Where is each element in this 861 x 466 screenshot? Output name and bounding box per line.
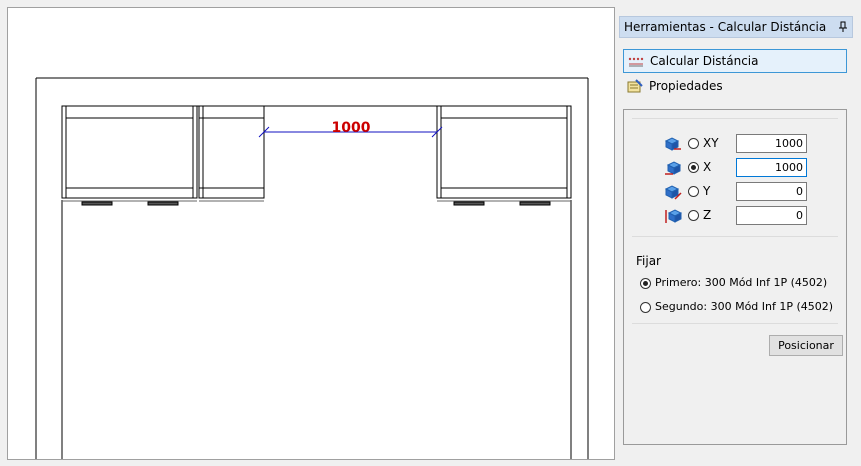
radio-fix-first[interactable]	[640, 278, 651, 289]
dimension-label: 1000	[332, 120, 371, 136]
axis-label-x: X	[703, 160, 712, 174]
cabinet-right	[436, 105, 572, 206]
z-distance-input[interactable]	[736, 206, 807, 225]
tab-label: Propiedades	[649, 79, 723, 93]
x-axis-icon	[664, 160, 682, 176]
measure-distance-icon	[628, 54, 644, 68]
z-axis-icon	[664, 208, 683, 224]
xy-distance-input[interactable]	[736, 134, 807, 153]
axis-label-z: Z	[703, 208, 712, 222]
axis-row-z: Z	[624, 206, 848, 226]
pin-icon[interactable]	[838, 21, 848, 33]
axis-label-y: Y	[703, 184, 711, 198]
tab-propiedades[interactable]: Propiedades	[623, 74, 847, 98]
cad-drawing: 1000	[35, 77, 589, 459]
position-button[interactable]: Posicionar	[769, 335, 843, 356]
radio-y[interactable]	[688, 186, 699, 197]
panel-titlebar: Herramientas - Calcular Distáncia	[619, 16, 853, 38]
panel-title: Herramientas - Calcular Distáncia	[624, 20, 827, 34]
y-distance-input[interactable]	[736, 182, 807, 201]
axis-row-xy: XY	[624, 134, 848, 154]
axis-row-x: X	[624, 158, 848, 178]
distance-form: XY X	[623, 109, 847, 445]
cabinet-left	[61, 105, 198, 206]
x-distance-input[interactable]	[736, 158, 807, 177]
axis-row-y: Y	[624, 182, 848, 202]
properties-icon	[627, 79, 643, 93]
drawing-canvas[interactable]: 1000	[7, 7, 615, 460]
tab-label: Calcular Distáncia	[650, 54, 759, 68]
xy-axis-icon	[664, 136, 682, 152]
cabinet-middle	[198, 105, 265, 202]
fijar-label: Fijar	[636, 254, 661, 268]
tools-panel: Herramientas - Calcular Distáncia Calcul…	[619, 16, 853, 462]
radio-z[interactable]	[688, 210, 699, 221]
fix-second-label: Segundo: 300 Mód Inf 1P (4502)	[655, 300, 834, 313]
radio-fix-second[interactable]	[640, 302, 651, 313]
radio-xy[interactable]	[688, 138, 699, 149]
tab-calcular-distancia[interactable]: Calcular Distáncia	[623, 49, 847, 73]
fix-first-label: Primero: 300 Mód Inf 1P (4502)	[655, 276, 828, 289]
radio-x[interactable]	[688, 162, 699, 173]
axis-label-xy: XY	[703, 136, 719, 150]
y-axis-icon	[664, 184, 682, 200]
